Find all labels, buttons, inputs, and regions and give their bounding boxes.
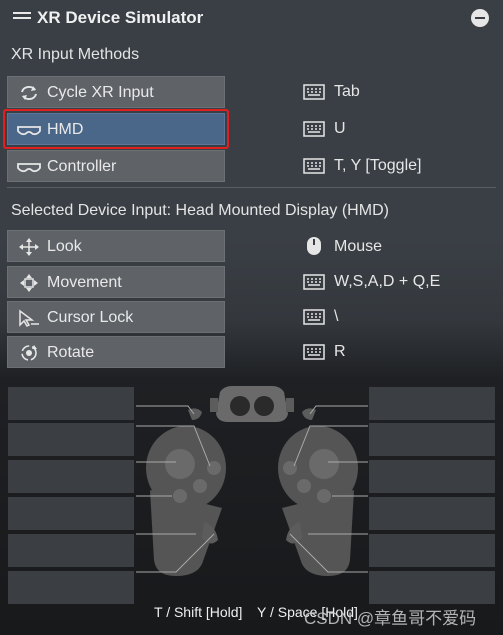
xr-device-simulator-panel: XR Device Simulator XR Input Methods Cyc… bbox=[0, 0, 503, 635]
cursor-lock-icon bbox=[19, 309, 39, 327]
keyboard-icon bbox=[303, 274, 325, 290]
controller-icon bbox=[17, 163, 41, 173]
left-binding-slot bbox=[8, 534, 134, 567]
hint-left-grip: T / Shift [Hold] bbox=[154, 604, 243, 620]
input-methods-heading: XR Input Methods bbox=[11, 46, 140, 63]
right-controller-icon bbox=[278, 408, 358, 576]
keyboard-icon bbox=[303, 309, 325, 325]
keyboard-icon bbox=[303, 158, 325, 174]
look-label: Look bbox=[47, 238, 82, 255]
controllers-illustration bbox=[136, 386, 368, 576]
panel-header: XR Device Simulator bbox=[0, 0, 503, 36]
cursor-lock-label: Cursor Lock bbox=[47, 309, 134, 326]
rotate-shortcut: R bbox=[334, 343, 346, 360]
rotate-label: Rotate bbox=[47, 344, 95, 361]
left-binding-slot bbox=[8, 460, 134, 493]
section-divider bbox=[7, 187, 496, 188]
cycle-shortcut: Tab bbox=[334, 83, 360, 100]
keyboard-icon bbox=[303, 121, 325, 137]
left-binding-slot bbox=[8, 423, 134, 456]
cursor-lock-shortcut: \ bbox=[334, 308, 339, 325]
controller-button[interactable]: Controller bbox=[7, 150, 225, 182]
left-binding-slot bbox=[8, 387, 134, 420]
cycle-icon bbox=[21, 86, 37, 100]
controller-label: Controller bbox=[47, 158, 117, 175]
selected-highlight-ring bbox=[3, 109, 229, 149]
right-binding-slot bbox=[369, 571, 495, 604]
right-binding-slot bbox=[369, 534, 495, 567]
right-binding-slot bbox=[369, 387, 495, 420]
right-binding-slot bbox=[369, 423, 495, 456]
left-controller-icon bbox=[146, 408, 226, 576]
movement-button[interactable]: Movement bbox=[7, 266, 225, 298]
cycle-xr-input-button[interactable]: Cycle XR Input bbox=[7, 76, 225, 108]
cursor-lock-button[interactable]: Cursor Lock bbox=[7, 301, 225, 333]
movement-icon bbox=[20, 274, 38, 292]
right-binding-slot bbox=[369, 460, 495, 493]
left-binding-slot bbox=[8, 571, 134, 604]
cycle-xr-input-label: Cycle XR Input bbox=[47, 84, 154, 101]
panel-title: XR Device Simulator bbox=[37, 8, 204, 27]
keyboard-icon bbox=[303, 344, 325, 360]
movement-shortcut: W,S,A,D + Q,E bbox=[334, 273, 441, 290]
look-icon bbox=[19, 238, 39, 256]
collapse-button[interactable] bbox=[471, 9, 489, 27]
look-button[interactable]: Look bbox=[7, 230, 225, 262]
hmd-shortcut: U bbox=[334, 120, 346, 137]
mouse-icon bbox=[307, 237, 321, 255]
headset-icon bbox=[210, 386, 294, 422]
drag-handle-icon[interactable] bbox=[13, 12, 31, 22]
right-binding-slot bbox=[369, 497, 495, 530]
rotate-button[interactable]: Rotate bbox=[7, 336, 225, 368]
keyboard-icon bbox=[303, 84, 325, 100]
controller-shortcut: T, Y [Toggle] bbox=[334, 157, 422, 174]
device-input-heading: Selected Device Input: Head Mounted Disp… bbox=[11, 202, 389, 219]
watermark: CSDN @章鱼哥不爱码 bbox=[304, 609, 477, 628]
look-shortcut: Mouse bbox=[334, 238, 383, 255]
left-binding-slot bbox=[8, 497, 134, 530]
rotate-icon bbox=[21, 345, 37, 361]
movement-label: Movement bbox=[47, 274, 122, 291]
